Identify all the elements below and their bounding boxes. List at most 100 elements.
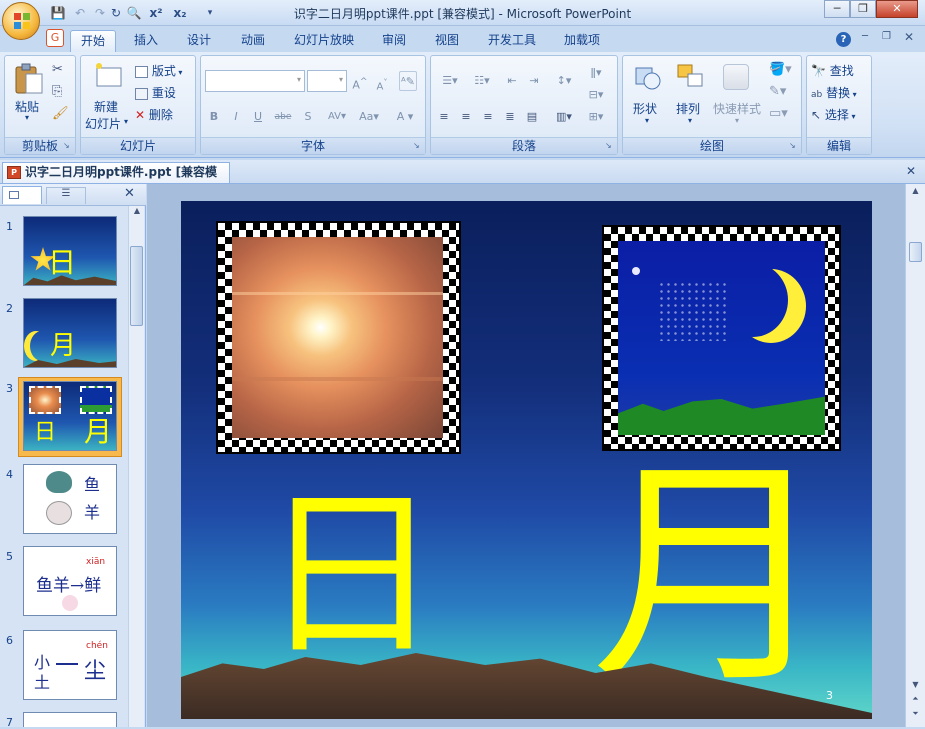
format-painter-icon[interactable]: 🖌	[52, 106, 69, 121]
tab-design[interactable]: 设计	[176, 30, 222, 52]
minimize-button[interactable]: ─	[824, 0, 850, 18]
select-button[interactable]: ↖ 选择 ▾	[811, 106, 855, 123]
slide-thumbnail-6[interactable]: chén 小 土 尘	[23, 630, 117, 700]
customize-qat-icon[interactable]: ▾	[202, 5, 218, 21]
clear-format-icon[interactable]: ᴬ✎	[399, 71, 417, 91]
print-preview-icon[interactable]: 🔍	[126, 5, 142, 21]
justify-icon[interactable]: ≣	[501, 106, 519, 126]
maximize-button[interactable]: ❐	[850, 0, 876, 18]
numbering-icon[interactable]: ☷▾	[467, 70, 497, 90]
shapes-button[interactable]: 形状 ▾	[627, 60, 669, 132]
strikethrough-icon[interactable]: abe	[271, 106, 295, 126]
ribbon-minimize-icon[interactable]: ─	[862, 31, 868, 42]
drawing-launcher-icon[interactable]: ↘	[789, 141, 799, 151]
tab-insert[interactable]: 插入	[124, 30, 168, 52]
panel-close-icon[interactable]: ✕	[124, 186, 135, 201]
reset-button[interactable]: 重设	[135, 84, 176, 101]
sun-picture-frame[interactable]	[216, 221, 461, 454]
font-color-icon[interactable]: A ▾	[391, 106, 419, 126]
shape-outline-icon[interactable]: ✎▾	[769, 84, 786, 99]
font-launcher-icon[interactable]: ↘	[413, 141, 423, 151]
smartart-icon[interactable]: ⊞▾	[587, 106, 605, 126]
font-name-combo[interactable]: ▾	[205, 70, 305, 92]
slide-char-sun[interactable]: 日	[261, 486, 441, 666]
cut-icon[interactable]: ✂	[52, 62, 63, 77]
change-case-icon[interactable]: Aa▾	[355, 106, 383, 126]
delete-button[interactable]: ✕ 删除	[135, 106, 173, 123]
slides-tab[interactable]	[2, 186, 42, 204]
scroll-up-icon[interactable]: ▲	[908, 186, 923, 200]
moon-picture-frame[interactable]	[602, 225, 841, 451]
previous-slide-icon[interactable]: ⏶	[908, 694, 923, 708]
slide-thumbnail-5[interactable]: xiān 鱼羊→鲜	[23, 546, 117, 616]
copy-icon[interactable]: ⎘	[52, 84, 62, 99]
align-center-icon[interactable]: ≡	[457, 106, 475, 126]
slide-char-moon[interactable]: 月	[591, 456, 831, 696]
slide-thumbnail-1[interactable]: 日	[23, 216, 117, 286]
superscript-icon[interactable]: x²	[148, 5, 164, 21]
bullets-icon[interactable]: ☰▾	[435, 70, 465, 90]
tab-home[interactable]: 开始	[70, 30, 116, 52]
document-tab[interactable]: P 识字二日月明ppt课件.ppt [兼容模式]	[2, 162, 230, 198]
tab-addins[interactable]: 加载项	[556, 30, 608, 52]
close-button[interactable]: ✕	[876, 0, 918, 18]
italic-icon[interactable]: I	[227, 106, 245, 126]
thumbnail-scrollbar[interactable]: ▲	[128, 206, 144, 727]
subscript-icon[interactable]: x₂	[172, 5, 188, 21]
help-icon[interactable]: ?	[836, 32, 851, 47]
office-mini-icon[interactable]: G	[46, 29, 64, 47]
shadow-icon[interactable]: S	[299, 106, 317, 126]
next-slide-icon[interactable]: ⏷	[908, 709, 923, 723]
tab-developer[interactable]: 开发工具	[480, 30, 544, 52]
layout-button[interactable]: 版式 ▾	[135, 62, 182, 79]
text-direction-icon[interactable]: ǁ▾	[587, 62, 605, 82]
char-spacing-icon[interactable]: AV▾	[323, 106, 351, 126]
grow-font-icon[interactable]: A^	[351, 71, 369, 92]
tab-view[interactable]: 视图	[424, 30, 470, 52]
repeat-icon[interactable]: ↻	[108, 5, 124, 21]
document-close-icon[interactable]: ✕	[906, 164, 916, 178]
doc-close-icon[interactable]: ✕	[904, 30, 914, 44]
columns-icon[interactable]: ▥▾	[549, 106, 579, 126]
align-text-icon[interactable]: ⊟▾	[587, 84, 605, 104]
paste-button[interactable]: 粘贴 ▾	[11, 60, 47, 122]
slide-thumbnail-2[interactable]: 月	[23, 298, 117, 368]
tab-animations[interactable]: 动画	[230, 30, 276, 52]
slide-thumbnail-7[interactable]	[23, 712, 117, 727]
align-left-icon[interactable]: ≡	[435, 106, 453, 126]
decrease-indent-icon[interactable]: ⇤	[503, 70, 521, 90]
distributed-icon[interactable]: ▤	[523, 106, 541, 126]
outline-tab[interactable]: ☰	[46, 187, 86, 204]
increase-indent-icon[interactable]: ⇥	[525, 70, 543, 90]
shape-effects-icon[interactable]: ▭▾	[769, 106, 788, 121]
shape-fill-icon[interactable]: 🪣▾	[769, 62, 792, 77]
clipboard-launcher-icon[interactable]: ↘	[63, 141, 73, 151]
bold-icon[interactable]: B	[205, 106, 223, 126]
scroll-thumb[interactable]	[130, 246, 143, 326]
tab-review[interactable]: 审阅	[372, 30, 416, 52]
scroll-down-icon[interactable]: ▼	[908, 680, 923, 694]
office-button[interactable]	[2, 2, 40, 40]
scroll-thumb[interactable]	[909, 242, 922, 262]
underline-icon[interactable]: U	[249, 106, 267, 126]
replace-button[interactable]: ab 替换 ▾	[811, 84, 857, 101]
scroll-up-icon[interactable]: ▲	[130, 206, 144, 220]
quick-styles-button[interactable]: 快速样式 ▾	[711, 60, 765, 132]
save-icon[interactable]: 💾	[50, 5, 66, 21]
tab-slideshow[interactable]: 幻灯片放映	[286, 30, 362, 52]
redo-icon[interactable]: ↷	[92, 5, 108, 21]
ribbon-restore-icon[interactable]: ❐	[882, 31, 891, 42]
font-size-combo[interactable]: ▾	[307, 70, 347, 92]
current-slide[interactable]: 日 月 3	[181, 201, 872, 719]
align-right-icon[interactable]: ≡	[479, 106, 497, 126]
line-spacing-icon[interactable]: ↕▾	[549, 70, 579, 90]
slide-thumbnail-4[interactable]: 鱼 羊	[23, 464, 117, 534]
slide-scrollbar[interactable]: ▲ ▼ ⏶ ⏷	[905, 184, 925, 727]
arrange-button[interactable]: 排列 ▾	[671, 60, 711, 132]
shrink-font-icon[interactable]: A˅	[373, 71, 391, 92]
paragraph-launcher-icon[interactable]: ↘	[605, 141, 615, 151]
slide-thumbnail-3[interactable]: 日 月	[23, 381, 117, 451]
new-slide-button[interactable]: 新建 幻灯片 ▾	[85, 60, 131, 131]
undo-icon[interactable]: ↶	[72, 5, 88, 21]
find-button[interactable]: 🔭 查找	[811, 62, 854, 79]
